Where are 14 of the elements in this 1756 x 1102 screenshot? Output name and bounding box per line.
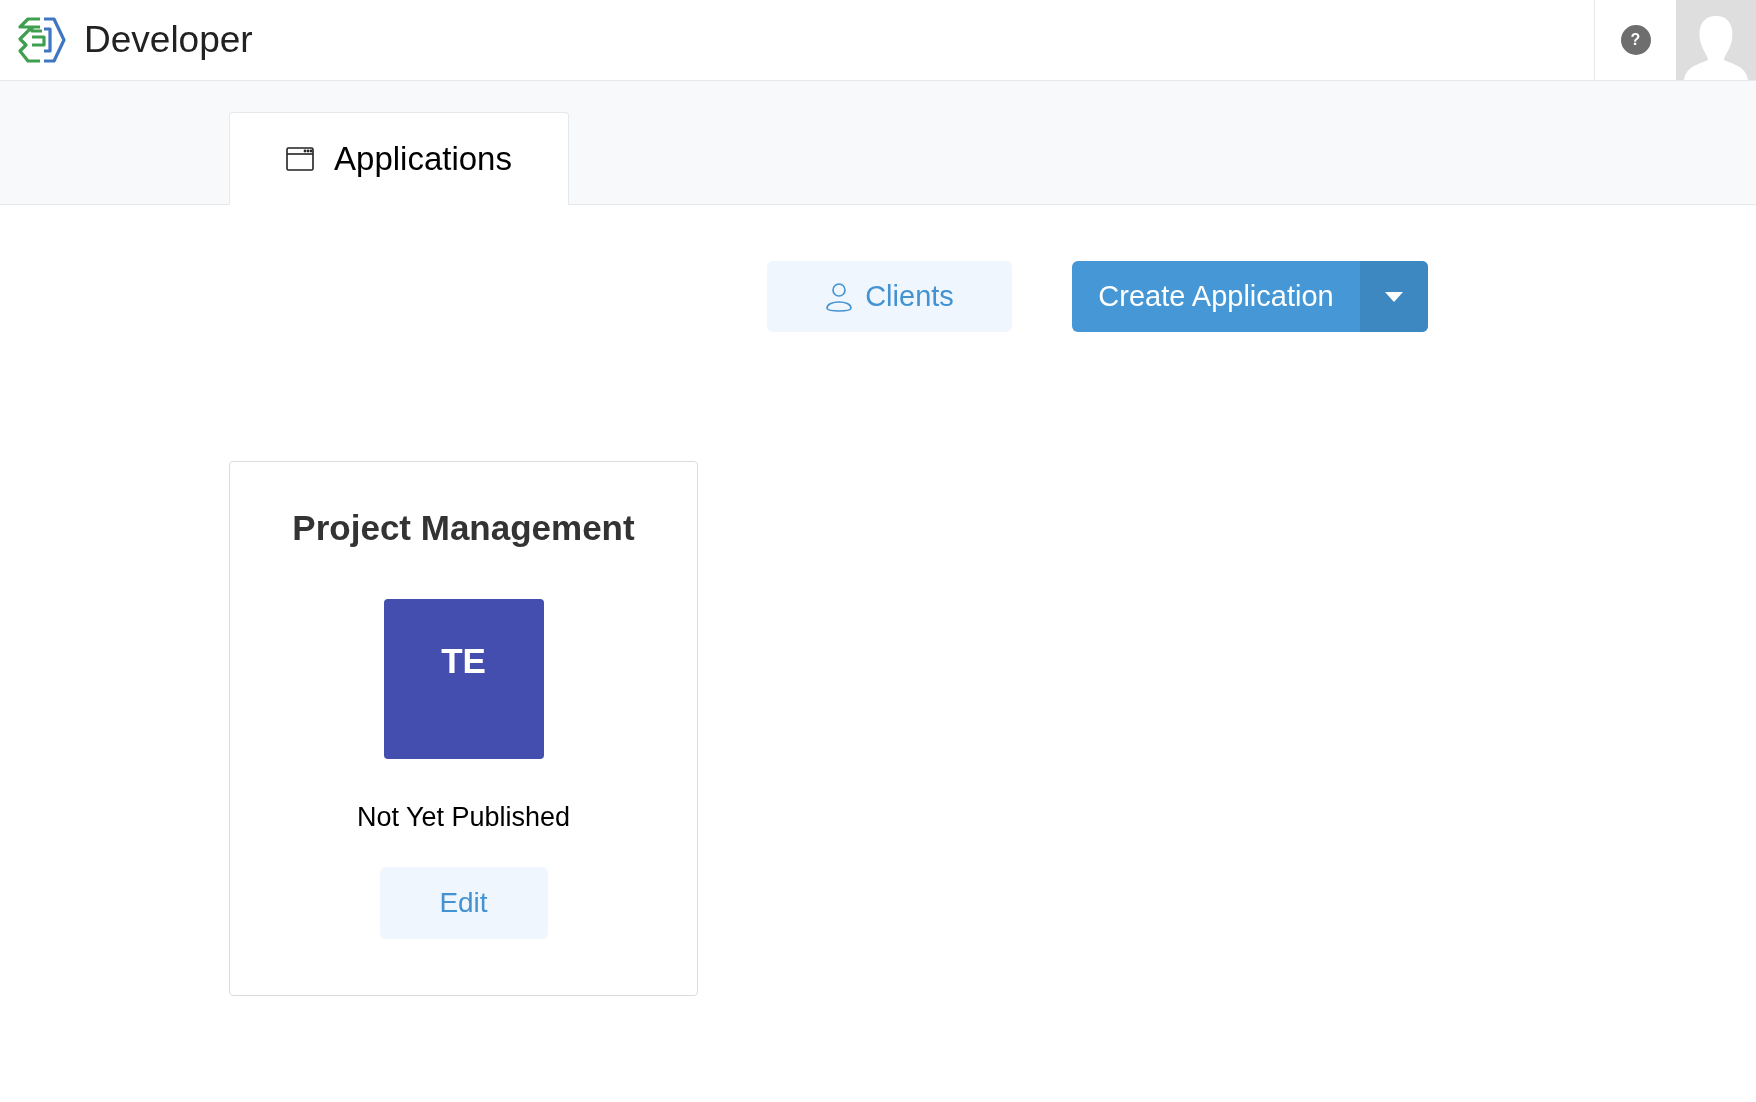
logo-icon	[16, 15, 68, 65]
help-button[interactable]: ?	[1620, 25, 1651, 55]
person-icon	[825, 281, 854, 312]
window-icon	[286, 147, 314, 171]
app-name: Project Management	[292, 507, 635, 549]
app-initials: TE	[441, 639, 486, 682]
create-application-button[interactable]: Create Application	[1072, 261, 1360, 332]
edit-button[interactable]: Edit	[379, 867, 548, 939]
publish-status: Not Yet Published	[356, 800, 571, 834]
dropdown-button[interactable]	[1360, 261, 1428, 332]
caret-icon	[1385, 291, 1403, 302]
tab[interactable]: Applications	[229, 112, 569, 205]
clients-button[interactable]: Clients	[767, 261, 1012, 332]
app-title: Developer	[84, 18, 253, 63]
